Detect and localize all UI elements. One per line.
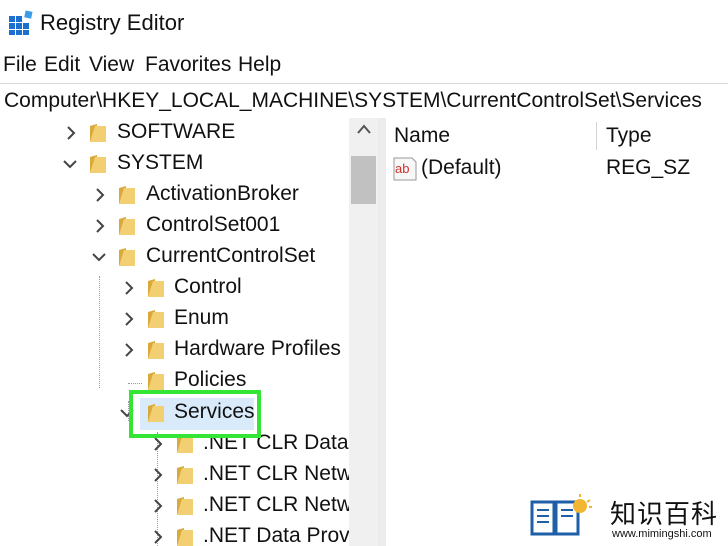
- address-path[interactable]: Computer\HKEY_LOCAL_MACHINE\SYSTEM\Curre…: [4, 89, 702, 113]
- menu-help[interactable]: Help: [238, 53, 281, 77]
- folder-icon: [148, 279, 164, 297]
- chevron-right-icon[interactable]: [93, 219, 107, 233]
- tree-item-net-clr-networking[interactable]: .NET CLR Netwo: [0, 460, 349, 490]
- column-header-name[interactable]: Name: [394, 124, 450, 158]
- column-header-type[interactable]: Type: [606, 124, 652, 158]
- tree-item-label: ControlSet001: [146, 213, 281, 236]
- tree-item-label: ActivationBroker: [146, 182, 299, 205]
- column-separator[interactable]: [596, 122, 597, 150]
- tree-item-label: .NET CLR Netwo: [203, 493, 349, 516]
- folder-icon: [148, 310, 164, 328]
- values-pane[interactable]: Name Type ab (Default) REG_SZ: [386, 118, 728, 546]
- folder-icon: [148, 372, 164, 390]
- menu-file[interactable]: File: [3, 53, 37, 77]
- chevron-right-icon[interactable]: [151, 437, 165, 451]
- pane-splitter[interactable]: [378, 118, 386, 546]
- folder-icon: [119, 248, 135, 266]
- menu-edit[interactable]: Edit: [44, 53, 80, 77]
- key-tree[interactable]: SOFTWARE SYSTEM ActivationBroker Control…: [0, 118, 349, 546]
- chevron-right-icon[interactable]: [151, 499, 165, 513]
- scroll-up-arrow-icon[interactable]: [357, 124, 371, 134]
- folder-icon: [90, 155, 106, 173]
- tree-scrollbar[interactable]: [349, 118, 378, 546]
- watermark-url: www.mimingshi.com: [612, 528, 712, 540]
- chevron-right-icon[interactable]: [151, 530, 165, 544]
- chevron-right-icon[interactable]: [64, 126, 78, 140]
- tree-item-label: Control: [174, 275, 242, 298]
- value-name: (Default): [421, 156, 502, 179]
- menu-favorites[interactable]: Favorites: [145, 53, 231, 77]
- folder-icon: [119, 186, 135, 204]
- menu-view[interactable]: View: [89, 53, 134, 77]
- chevron-right-icon[interactable]: [122, 343, 136, 357]
- tree-item-label: SYSTEM: [117, 151, 204, 174]
- tree-item-enum[interactable]: Enum: [0, 304, 349, 334]
- tree-item-activationbroker[interactable]: ActivationBroker: [0, 180, 349, 210]
- tree-item-net-clr-networking-2[interactable]: .NET CLR Netwo: [0, 491, 349, 521]
- string-value-icon: ab: [393, 157, 417, 181]
- chevron-right-icon[interactable]: [151, 468, 165, 482]
- chevron-right-icon[interactable]: [122, 281, 136, 295]
- folder-icon: [148, 341, 164, 359]
- watermark-logo-icon: [530, 494, 592, 536]
- folder-icon: [177, 466, 193, 484]
- tree-item-currentcontrolset[interactable]: CurrentControlSet: [0, 242, 349, 272]
- tree-item-net-data-provider[interactable]: .NET Data Provi: [0, 522, 349, 546]
- tree-item-hardware-profiles[interactable]: Hardware Profiles: [0, 335, 349, 365]
- value-type: REG_SZ: [606, 156, 691, 179]
- tree-item-label: Hardware Profiles: [174, 337, 341, 360]
- chevron-down-icon[interactable]: [63, 157, 77, 171]
- folder-icon: [90, 124, 106, 142]
- scroll-thumb[interactable]: [351, 156, 376, 204]
- watermark-text: 知识百科: [610, 499, 719, 529]
- address-bar[interactable]: Computer\HKEY_LOCAL_MACHINE\SYSTEM\Curre…: [0, 83, 728, 119]
- title-bar: Registry Editor: [0, 0, 728, 48]
- svg-text:ab: ab: [395, 161, 409, 176]
- chevron-down-icon[interactable]: [92, 250, 106, 264]
- tree-item-system[interactable]: SYSTEM: [0, 149, 349, 179]
- window-title: Registry Editor: [40, 10, 185, 35]
- watermark: 知识百科 www.mimingshi.com: [516, 486, 728, 546]
- registry-editor-icon: [9, 10, 33, 35]
- tree-item-label: Enum: [174, 306, 229, 329]
- tree-item-controlset001[interactable]: ControlSet001: [0, 211, 349, 241]
- value-row[interactable]: ab (Default) REG_SZ: [386, 154, 728, 184]
- chevron-right-icon[interactable]: [93, 188, 107, 202]
- tree-item-software[interactable]: SOFTWARE: [0, 118, 349, 148]
- menu-bar: File Edit View Favorites Help: [0, 50, 728, 82]
- tree-item-label: SOFTWARE: [117, 120, 236, 143]
- tree-item-label: .NET CLR Netwo: [203, 462, 349, 485]
- services-highlight-box: [129, 390, 261, 438]
- folder-icon: [119, 217, 135, 235]
- folder-icon: [177, 497, 193, 515]
- tree-item-control[interactable]: Control: [0, 273, 349, 303]
- folder-icon: [177, 528, 193, 546]
- tree-item-label: .NET Data Provi: [203, 524, 349, 546]
- tree-item-label: CurrentControlSet: [146, 244, 316, 267]
- tree-item-label: Policies: [174, 368, 247, 391]
- chevron-right-icon[interactable]: [122, 312, 136, 326]
